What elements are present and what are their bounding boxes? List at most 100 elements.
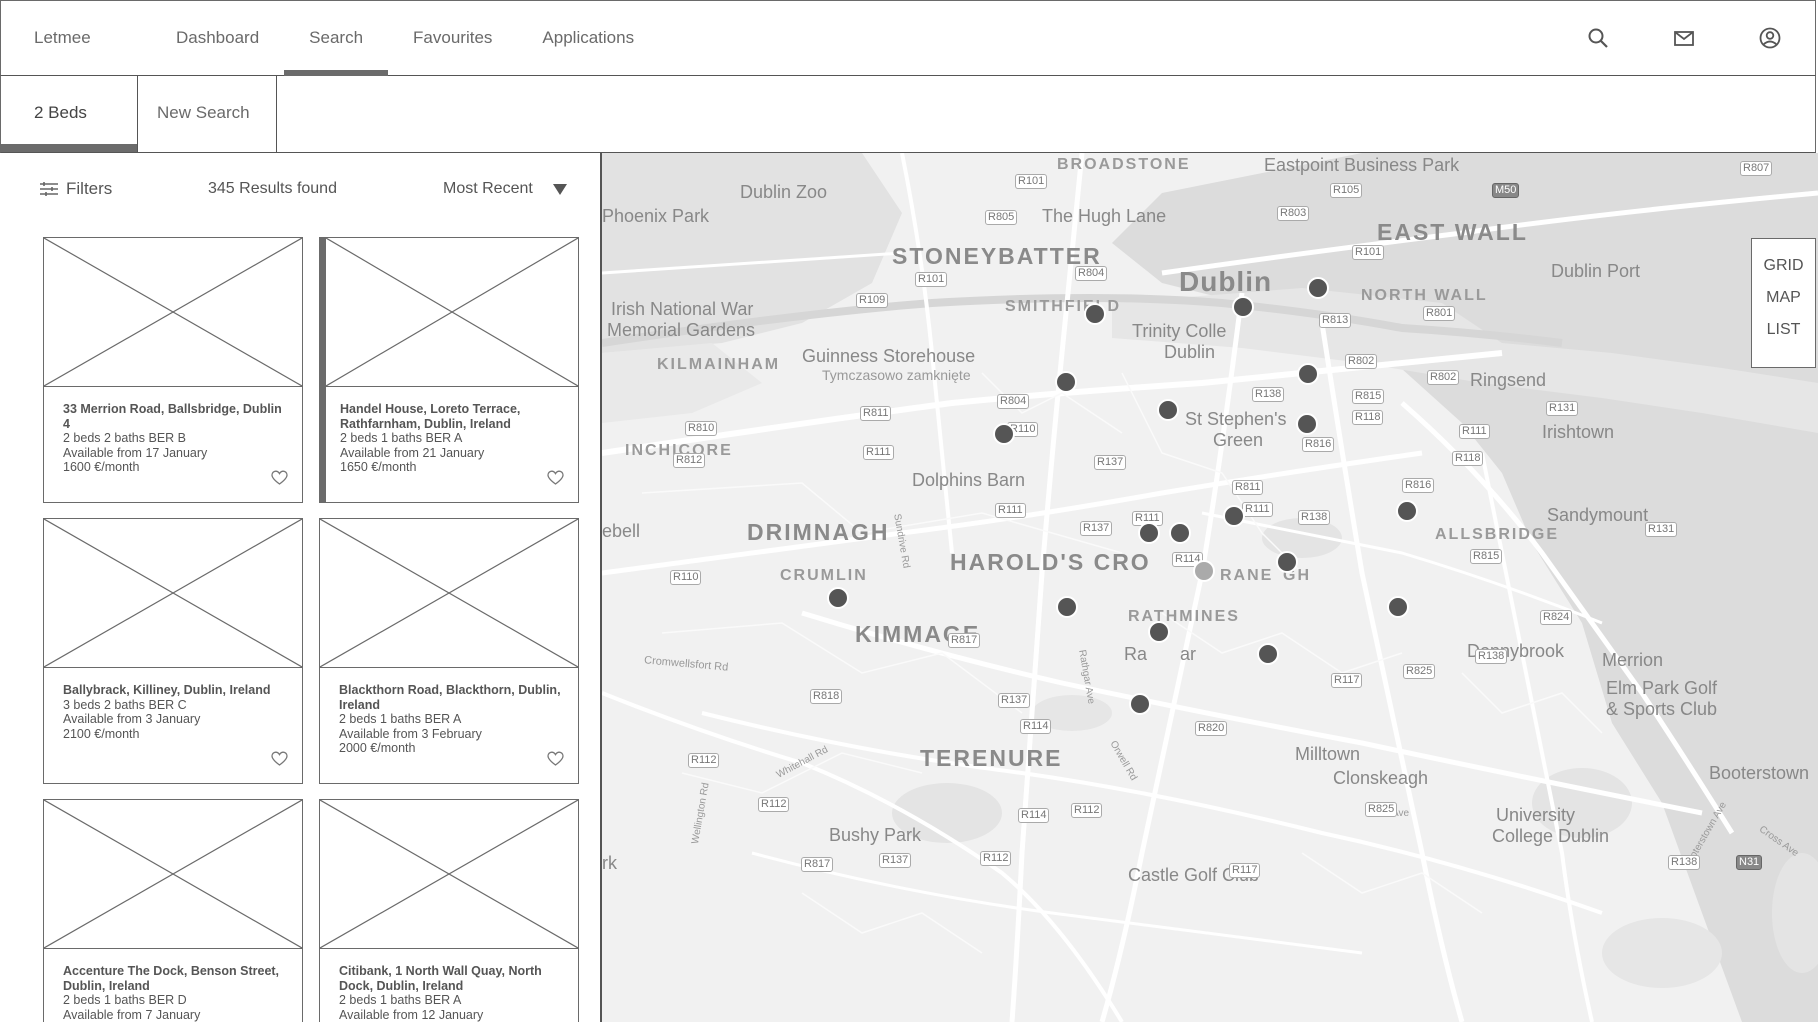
road-shield: R817 [948,633,981,648]
favourite-heart-icon[interactable] [547,470,564,486]
map-label: St Stephen's [1185,409,1287,429]
card-address: Blackthorn Road, Blackthorn, Dublin, Ire… [339,683,561,712]
map-label: Irishtown [1542,422,1615,442]
card-availability: Available from 7 January [63,1007,201,1022]
road-shield: R815 [1352,389,1385,404]
road-shield: R138 [1252,387,1285,402]
road-shield: R131 [1645,522,1678,537]
view-grid-button[interactable]: GRID [1752,250,1815,282]
map-label: Booterstown [1709,763,1810,783]
tab-2-beds[interactable]: 2 Beds [1,76,138,152]
map-label: Dublin Zoo [740,182,828,202]
map-label: & Sports Club [1606,699,1718,719]
property-pin[interactable] [1223,505,1245,527]
mail-icon[interactable] [1669,23,1699,53]
map-label: EAST WALL [1377,219,1528,245]
road-shield: R118 [1352,410,1384,425]
property-card[interactable]: Blackthorn Road, Blackthorn, Dublin, Ire… [319,518,579,784]
property-pin[interactable] [1193,560,1215,582]
filters-button[interactable]: Filters [40,179,112,199]
search-icon[interactable] [1583,23,1613,53]
property-pin[interactable] [1148,621,1170,643]
map-label: Dolphins Barn [912,470,1026,490]
nav-favourites[interactable]: Favourites [388,1,517,77]
road-shield: R805 [985,210,1018,225]
property-pin[interactable] [1276,551,1298,573]
road-shield: R138 [1475,649,1508,664]
view-list-button[interactable]: LIST [1752,314,1815,346]
image-placeholder-icon [326,238,578,386]
app-brand[interactable]: Letmee [34,28,91,48]
card-info: Blackthorn Road, Blackthorn, Dublin, Ire… [339,683,564,756]
card-price: 1650 €/month [340,460,417,475]
road-shield: R114 [1018,808,1050,823]
map-label: ebell [602,521,641,541]
property-pin[interactable] [1157,399,1179,421]
tab-new-search[interactable]: New Search + [138,76,277,196]
road-shield: R112 [980,851,1012,866]
road-shield: R117 [1229,863,1261,878]
property-pin[interactable] [1084,303,1106,325]
map-label: Merrion [1602,650,1664,670]
road-shield: M50 [1492,183,1520,198]
property-pin[interactable] [1257,643,1279,665]
nav-search[interactable]: Search [284,1,388,77]
map-label: KILMAINHAM [657,356,781,373]
search-tabs-bar: 2 Beds New Search + [0,76,1816,196]
nav-applications[interactable]: Applications [517,1,659,77]
favourite-heart-icon[interactable] [547,751,564,767]
property-card[interactable]: Accenture The Dock, Benson Street, Dubli… [43,799,303,1022]
top-icons [1583,23,1785,53]
view-map-button[interactable]: MAP [1752,282,1815,314]
results-header: Filters 345 Results found Most Recent [0,153,600,223]
property-pin[interactable] [1297,363,1319,385]
results-panel: Filters 345 Results found Most Recent 33… [0,153,602,1022]
property-pin[interactable] [1138,522,1160,544]
road-shield: R131 [1546,401,1579,416]
map-label: NORTH WALL [1361,287,1488,304]
road-shield: R137 [1080,521,1113,536]
property-card[interactable]: Ballybrack, Killiney, Dublin, Ireland 3 … [43,518,303,784]
map-view[interactable]: BROADSTONE Eastpoint Business Park Dubli… [602,153,1818,1022]
road-shield: R825 [1365,802,1398,817]
map-label: Dublin Port [1551,261,1641,281]
property-card[interactable]: Handel House, Loreto Terrace, Rathfarnha… [319,237,579,503]
map-label: Eastpoint Business Park [1264,155,1460,175]
property-pin[interactable] [827,587,849,609]
road-shield: R803 [1277,206,1310,221]
road-shield: R807 [1740,161,1773,176]
favourite-heart-icon[interactable] [271,751,288,767]
map-label: University [1496,805,1576,825]
property-pin[interactable] [1056,596,1078,618]
map-label: Green [1213,430,1264,450]
road-shield: R802 [1345,354,1378,369]
sort-dropdown[interactable]: Most Recent [443,180,567,198]
image-placeholder-icon [320,800,578,948]
nav-dashboard[interactable]: Dashboard [151,1,284,77]
road-shield: R105 [1330,183,1363,198]
property-pin[interactable] [1055,371,1077,393]
property-pin[interactable] [1387,596,1409,618]
property-card[interactable]: Citibank, 1 North Wall Quay, North Dock,… [319,799,579,1022]
top-navigation-bar: Letmee Dashboard Search Favourites Appli… [0,0,1816,77]
map-label: Memorial Gardens [607,320,756,340]
map-label: Bushy Park [829,825,922,845]
card-details: 2 beds 1 baths BER A [339,993,462,1008]
property-pin[interactable] [1296,413,1318,435]
road-shield: R137 [998,693,1031,708]
property-pin[interactable] [1129,693,1151,715]
property-pin[interactable] [993,423,1015,445]
road-shield: R817 [801,857,834,872]
property-pin[interactable] [1396,500,1418,522]
card-info: Accenture The Dock, Benson Street, Dubli… [63,964,288,1022]
property-pin[interactable] [1307,277,1329,299]
favourite-heart-icon[interactable] [271,470,288,486]
map-label: Dublin [1179,266,1273,297]
property-pin[interactable] [1232,296,1254,318]
map-label: rk [602,853,617,873]
property-card[interactable]: 33 Merrion Road, Ballsbridge, Dublin 4 2… [43,237,303,503]
account-icon[interactable] [1755,23,1785,53]
map-label: Ra [1124,644,1148,664]
property-pin[interactable] [1169,522,1191,544]
road-shield: R820 [1195,721,1228,736]
